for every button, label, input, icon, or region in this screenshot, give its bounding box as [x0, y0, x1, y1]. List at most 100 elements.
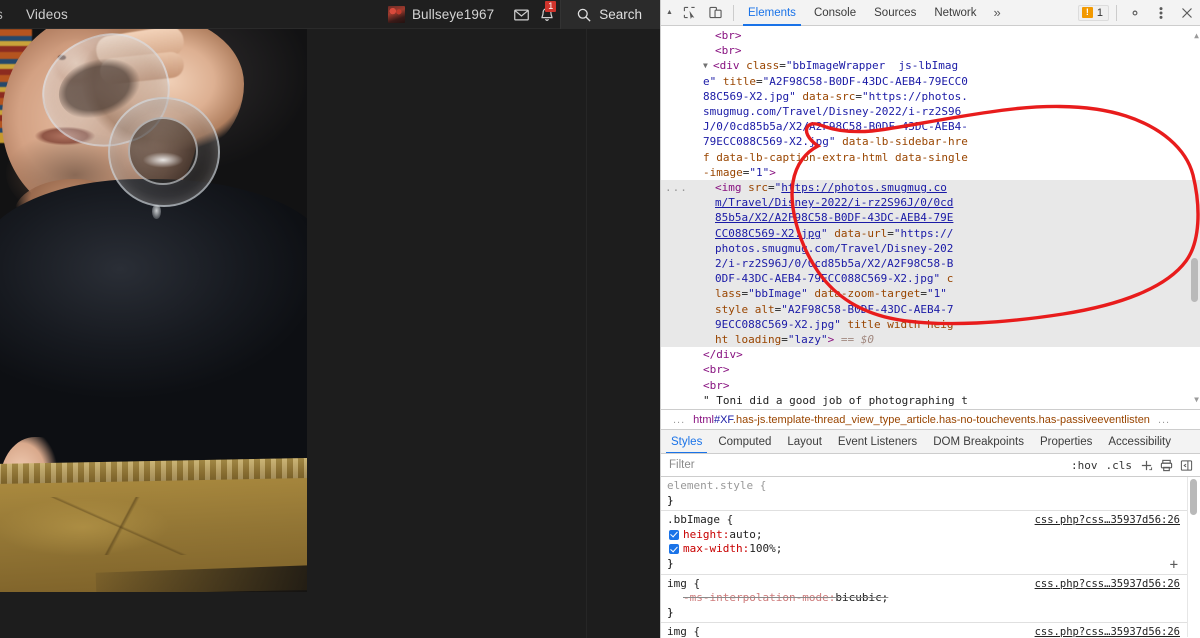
dom-row-ellipsis: [665, 362, 691, 377]
dom-scroll-up-icon[interactable]: ▲: [1194, 28, 1199, 43]
breadcrumb[interactable]: ... html#XF.has-js.template-thread_view_…: [661, 409, 1200, 429]
dom-token: =: [768, 181, 775, 195]
tab-dom-breakpoints[interactable]: DOM Breakpoints: [925, 430, 1032, 453]
style-rule-close-brace: }: [667, 493, 674, 507]
declaration-property[interactable]: max-width:: [683, 542, 749, 557]
style-rule-source-link[interactable]: css.php?css…35937d56:26: [1035, 625, 1180, 637]
style-declaration[interactable]: max-width: 100%;: [667, 542, 1200, 557]
post-photo-drinking-glass[interactable]: [0, 29, 307, 592]
page-below-image-area: [0, 592, 307, 638]
tab-elements[interactable]: Elements: [739, 0, 805, 26]
site-header: s Videos Bullseye1967 1: [0, 0, 660, 29]
dom-tree-row[interactable]: <br>: [661, 362, 1200, 377]
scroll-up-icon[interactable]: ▲: [663, 0, 676, 26]
new-style-rule-button[interactable]: [1136, 455, 1156, 475]
dom-tree-row[interactable]: <br>: [661, 378, 1200, 393]
toggle-sidebar-icon: [1180, 459, 1192, 471]
breadcrumb-tag: html: [693, 413, 714, 426]
dom-token: data-zoom-target: [807, 287, 921, 301]
inbox-button[interactable]: [508, 0, 534, 29]
declaration-value[interactable]: bicubic;: [835, 591, 888, 606]
dom-token: =: [781, 333, 788, 347]
tab-layout[interactable]: Layout: [779, 430, 830, 453]
dom-row-markup: <br>: [691, 28, 742, 43]
declaration-checkbox[interactable]: [669, 544, 679, 555]
dom-tree-scrollbar[interactable]: [1191, 258, 1198, 302]
print-media-button[interactable]: [1156, 455, 1176, 475]
dom-token: =: [920, 287, 927, 301]
breadcrumb-node[interactable]: html#XF.has-js.template-thread_view_type…: [693, 414, 1150, 426]
inspect-element-button[interactable]: [676, 0, 702, 26]
user-avatar-thumbnail[interactable]: [387, 6, 405, 23]
toggle-sidebar-button[interactable]: [1176, 455, 1196, 475]
tab-network[interactable]: Network: [925, 0, 985, 26]
styles-scrollbar[interactable]: [1190, 479, 1197, 515]
search-label: Search: [599, 7, 642, 22]
tab-accessibility[interactable]: Accessibility: [1100, 430, 1179, 453]
alerts-button[interactable]: 1: [534, 0, 560, 29]
page-content-background: [307, 29, 660, 638]
dom-tree-row[interactable]: ▼ <div class="bbImageWrapper js-lbImage" …: [661, 58, 1200, 180]
hov-toggle[interactable]: :hov: [1067, 459, 1102, 472]
style-rule[interactable]: img {css.php?css…35937d56:26 -ms-interpol…: [661, 575, 1200, 624]
dom-tree[interactable]: <br> <br> ▼ <div class="bbImageWrapper js-l…: [661, 26, 1200, 409]
breadcrumb-overflow-right[interactable]: ...: [1150, 414, 1178, 426]
more-tabs-button[interactable]: »: [986, 5, 1009, 20]
dom-token: title: [716, 74, 756, 88]
declaration-property[interactable]: -ms-interpolation-mode:: [683, 591, 835, 606]
dom-token: >: [769, 165, 776, 179]
declaration-property[interactable]: height:: [683, 528, 729, 543]
styles-rules-pane[interactable]: element.style {} .bbImage {css.php?css…35…: [661, 477, 1200, 637]
dom-row-markup: <br>: [691, 378, 730, 393]
nav-item-truncated[interactable]: s: [0, 0, 3, 29]
styles-pane-tabs: Styles Computed Layout Event Listeners D…: [661, 429, 1200, 454]
style-rule-selector[interactable]: img {: [667, 577, 700, 592]
dom-tree-row[interactable]: " Toni did a good job of photographing t…: [661, 393, 1200, 409]
photo-frame-cracks: [48, 497, 198, 555]
breadcrumb-overflow-left[interactable]: ...: [665, 414, 693, 426]
style-declaration[interactable]: -ms-interpolation-mode: bicubic;: [667, 591, 1200, 606]
dom-tree-row[interactable]: <br>: [661, 43, 1200, 58]
tab-console[interactable]: Console: [805, 0, 865, 26]
dom-tree-row[interactable]: ... <img src="https://photos.smugmug.com/…: [661, 180, 1200, 348]
styles-filter-input[interactable]: [669, 459, 1067, 471]
settings-button[interactable]: [1122, 0, 1148, 26]
style-declaration[interactable]: height: auto;: [667, 528, 1200, 543]
dom-tree-row[interactable]: </div>: [661, 347, 1200, 362]
dom-token: data-src: [795, 89, 856, 103]
tab-properties[interactable]: Properties: [1032, 430, 1100, 453]
tab-event-listeners[interactable]: Event Listeners: [830, 430, 925, 453]
dom-row-ellipsis: [665, 58, 691, 180]
declaration-value[interactable]: 100%;: [749, 542, 782, 557]
dom-scroll-down-icon[interactable]: ▼: [1194, 392, 1199, 407]
close-devtools-button[interactable]: [1174, 0, 1200, 26]
dom-token: "1": [926, 287, 947, 301]
style-rule-source-link[interactable]: css.php?css…35937d56:26: [1035, 577, 1180, 592]
dom-token: data-lb-caption-extra-html: [709, 150, 889, 164]
warning-count-button[interactable]: ! 1: [1077, 4, 1109, 21]
kebab-menu-button[interactable]: [1148, 0, 1174, 26]
cls-toggle[interactable]: .cls: [1102, 459, 1137, 472]
declaration-checkbox[interactable]: [669, 529, 679, 540]
declaration-value[interactable]: auto;: [729, 528, 762, 543]
dom-tree-row[interactable]: <br>: [661, 28, 1200, 43]
nav-item-videos[interactable]: Videos: [26, 0, 68, 29]
style-rule[interactable]: element.style {}: [661, 477, 1200, 512]
tab-styles[interactable]: Styles: [663, 430, 710, 453]
style-rule[interactable]: img {css.php?css…35937d56:26max-width: 1…: [661, 623, 1200, 637]
user-menu[interactable]: Bullseye1967: [387, 6, 508, 23]
search-button[interactable]: Search: [560, 0, 660, 29]
style-rule-close-brace: }: [667, 556, 674, 570]
expand-triangle-icon[interactable]: ▼: [703, 58, 713, 73]
photo-water-drip: [152, 205, 161, 219]
tab-computed[interactable]: Computed: [710, 430, 779, 453]
style-rule-selector[interactable]: element.style {: [667, 479, 766, 494]
tab-sources[interactable]: Sources: [865, 0, 925, 26]
style-rule[interactable]: .bbImage {css.php?css…35937d56:26 height:…: [661, 511, 1200, 575]
style-rule-selector[interactable]: .bbImage {: [667, 513, 733, 528]
style-rule-selector[interactable]: img {: [667, 625, 700, 637]
style-rule-source-link[interactable]: css.php?css…35937d56:26: [1035, 513, 1180, 528]
dom-token: =: [779, 59, 786, 73]
add-declaration-button[interactable]: +: [1170, 558, 1178, 573]
device-toolbar-button[interactable]: [702, 0, 728, 26]
